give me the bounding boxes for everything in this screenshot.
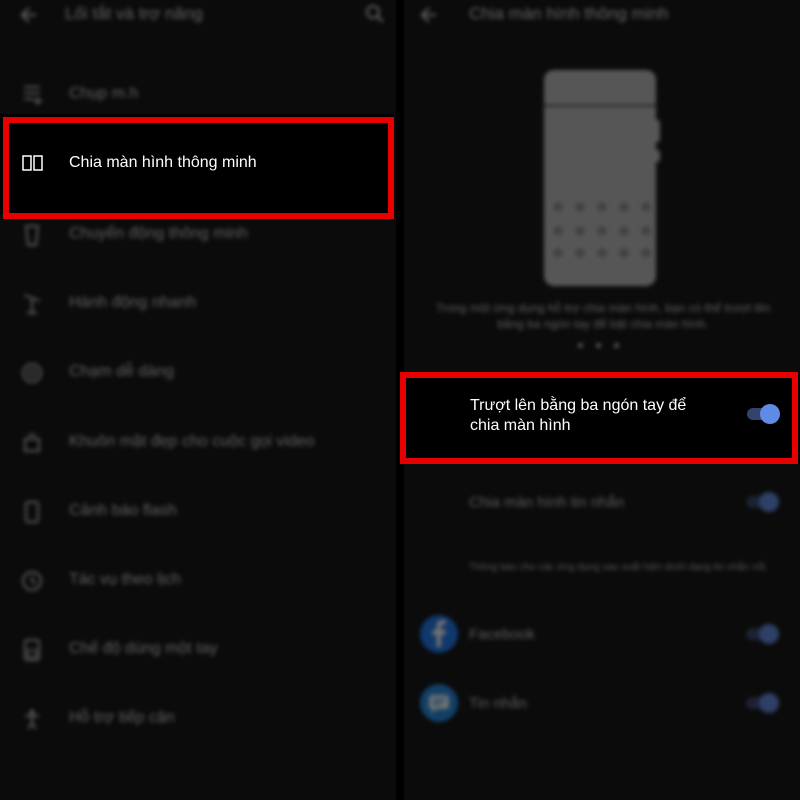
app-dot <box>597 202 607 212</box>
list-item-one-hand-mode[interactable]: Chế độ dùng một tay <box>0 627 396 675</box>
list-item-easy-touch[interactable]: Chạm dễ dàng <box>0 350 396 398</box>
list-item-smart-split-screen[interactable]: Chia màn hình thông minh <box>0 114 394 219</box>
list-item-accessibility[interactable]: Hỗ trợ tiếp cận <box>0 696 396 744</box>
message-split-label: Chia màn hình tin nhắn <box>469 494 625 511</box>
app-dot <box>619 226 629 236</box>
app-dot <box>619 248 629 258</box>
list-item-smart-motion[interactable]: Chuyển động thông minh <box>0 212 396 260</box>
toggle-thumb <box>759 624 779 644</box>
three-finger-swipe-toggle[interactable] <box>747 404 781 424</box>
page-dot <box>578 343 583 348</box>
shortcuts-settings-panel: Lối tắt và trợ năng Chụp m.h Chia màn hì… <box>0 0 396 800</box>
app-dot <box>619 202 629 212</box>
phone-side-button <box>654 120 660 142</box>
three-finger-swipe-setting[interactable]: Trượt lên bằng ba ngón tay để chia màn h… <box>400 372 800 464</box>
accessibility-icon <box>21 707 43 731</box>
quick-action-icon <box>21 292 43 316</box>
phone-side-button <box>654 150 660 162</box>
app-dot <box>553 226 563 236</box>
messages-label: Tin nhắn <box>469 695 527 712</box>
app-dot <box>553 202 563 212</box>
page-title: Lối tắt và trợ năng <box>65 4 203 23</box>
list-item-label: Chạm dễ dàng <box>69 363 174 380</box>
page-indicator <box>576 343 626 351</box>
list-item-label: Chia màn hình thông minh <box>69 154 257 171</box>
easy-touch-icon <box>21 361 43 385</box>
app-dot <box>597 226 607 236</box>
list-item-flash-alert[interactable]: Cảnh báo flash <box>0 489 396 537</box>
schedule-icon <box>21 569 43 593</box>
messages-toggle[interactable] <box>746 693 780 713</box>
app-dot <box>575 202 585 212</box>
left-app-bar: Lối tắt và trợ năng <box>0 0 396 30</box>
feature-description: Trong một ứng dụng hỗ trợ chia màn hình,… <box>435 301 771 331</box>
page-title: Chia màn hình thông minh <box>469 4 669 23</box>
page-dot <box>596 343 601 348</box>
screenshot-icon <box>21 83 43 107</box>
right-app-bar: Chia màn hình thông minh <box>404 0 800 30</box>
list-item-label: Tác vụ theo lịch <box>69 571 182 588</box>
list-item-scheduled-tasks[interactable]: Tác vụ theo lịch <box>0 558 396 606</box>
list-item-label: Hành động nhanh <box>69 294 197 311</box>
list-item-label: Hỗ trợ tiếp cận <box>69 709 175 726</box>
facebook-icon <box>420 615 458 653</box>
app-dot <box>575 248 585 258</box>
screen: Lối tắt và trợ năng Chụp m.h Chia màn hì… <box>0 0 800 800</box>
search-icon[interactable] <box>364 3 386 25</box>
list-item-label: Chuyển động thông minh <box>69 225 248 242</box>
facebook-toggle[interactable] <box>746 624 780 644</box>
toggle-thumb <box>759 492 779 512</box>
one-hand-icon <box>21 638 43 662</box>
list-item-label: Chụp m.h <box>69 85 139 102</box>
message-split-toggle[interactable] <box>746 492 780 512</box>
three-finger-swipe-label: Trượt lên bằng ba ngón tay để chia màn h… <box>470 397 687 434</box>
toggle-thumb <box>760 404 780 424</box>
back-arrow-icon[interactable] <box>18 4 40 26</box>
face-beauty-icon <box>21 431 43 455</box>
phone-status-line <box>544 104 656 107</box>
toggle-thumb <box>759 693 779 713</box>
messages-icon <box>420 684 458 722</box>
split-screen-icon <box>22 155 44 171</box>
facebook-label: Facebook <box>469 626 535 643</box>
list-item-label: Khuôn mặt đẹp cho cuộc gọi video <box>69 433 315 450</box>
app-dot <box>597 248 607 258</box>
list-item-label: Chế độ dùng một tay <box>69 640 218 657</box>
smart-split-screen-panel: Chia màn hình thông minh Trong một ứng d… <box>400 0 800 800</box>
list-item-screenshot[interactable]: Chụp m.h <box>0 72 396 120</box>
app-dot <box>641 202 651 212</box>
app-dot <box>641 248 651 258</box>
floating-message-note: Thông báo cho các ứng dụng sau xuất hiện… <box>469 562 769 573</box>
back-arrow-icon[interactable] <box>418 4 440 26</box>
app-dot <box>641 226 651 236</box>
page-dot <box>614 343 619 348</box>
list-item-label: Cảnh báo flash <box>69 502 177 519</box>
app-dot <box>575 226 585 236</box>
smart-motion-icon <box>21 223 43 247</box>
flash-alert-icon <box>21 500 43 524</box>
list-item-quick-action[interactable]: Hành động nhanh <box>0 281 396 329</box>
phone-illustration <box>544 70 660 288</box>
list-item-video-call-beauty[interactable]: Khuôn mặt đẹp cho cuộc gọi video <box>0 420 396 468</box>
app-dot <box>553 248 563 258</box>
